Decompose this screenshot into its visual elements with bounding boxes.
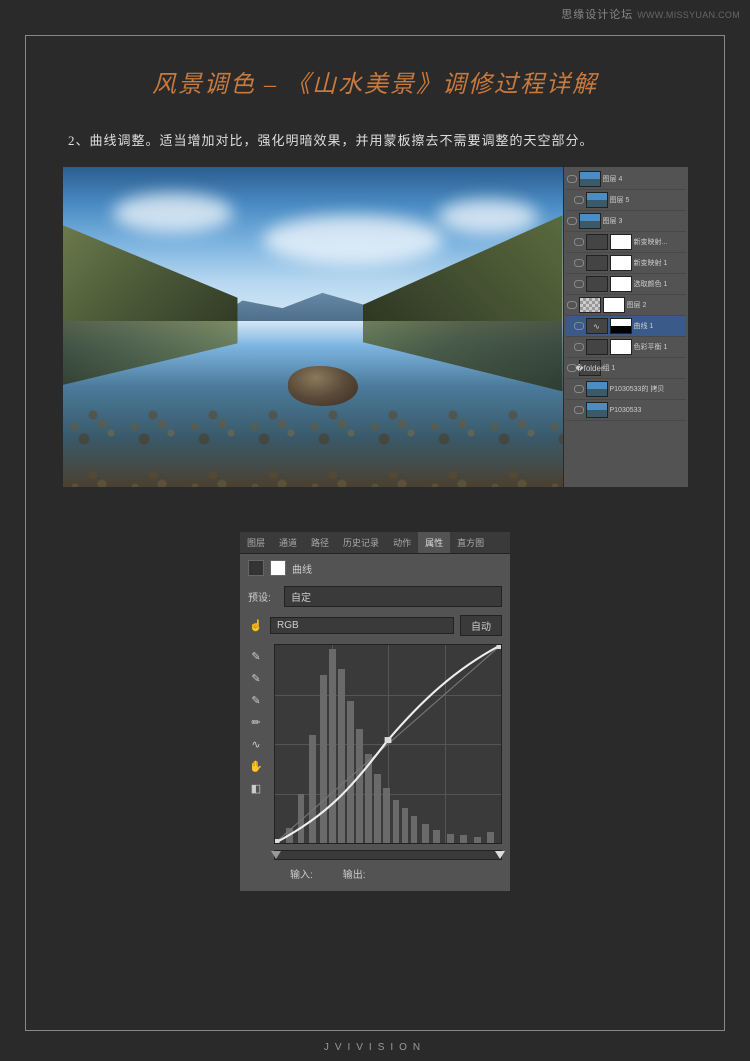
layer-row[interactable]: 图层 2	[566, 295, 686, 316]
visibility-icon[interactable]	[574, 385, 584, 393]
smooth-icon[interactable]: ∿	[248, 736, 264, 752]
clip-icon[interactable]: ◧	[248, 780, 264, 796]
footer-brand: JVIVISION	[0, 1042, 750, 1053]
layer-row-selected[interactable]: ∿曲线 1	[566, 316, 686, 337]
tab-channels[interactable]: 通道	[272, 532, 304, 553]
content-frame: 风景调色 – 《山水美景》调修过程详解 2、曲线调整。适当增加对比，强化明暗效果…	[25, 35, 725, 1031]
eyedropper-white-icon[interactable]: ✎	[248, 692, 264, 708]
tutorial-title: 风景调色 – 《山水美景》调修过程详解	[26, 64, 724, 99]
panel-tabs: 图层 通道 路径 历史记录 动作 属性 直方图	[240, 532, 510, 554]
tab-layers[interactable]: 图层	[240, 532, 272, 553]
preset-select[interactable]: 自定	[284, 586, 502, 607]
visibility-icon[interactable]	[574, 238, 584, 246]
layer-row[interactable]: 图层 4	[566, 169, 686, 190]
props-header: 曲线	[240, 554, 510, 582]
input-label: 输入:	[290, 866, 313, 881]
visibility-icon[interactable]	[574, 406, 584, 414]
visibility-icon[interactable]	[574, 280, 584, 288]
visibility-icon[interactable]	[574, 322, 584, 330]
tab-history[interactable]: 历史记录	[336, 532, 386, 553]
visibility-icon[interactable]	[567, 301, 577, 309]
visibility-icon[interactable]	[574, 343, 584, 351]
tab-actions[interactable]: 动作	[386, 532, 418, 553]
canvas-area[interactable]: Jvivision	[63, 167, 563, 487]
preset-label: 预设:	[248, 589, 278, 604]
finger-icon[interactable]: ☝	[248, 618, 264, 634]
pencil-icon[interactable]: ✏	[248, 714, 264, 730]
tab-properties[interactable]: 属性	[418, 532, 450, 553]
landscape-photo	[63, 167, 563, 487]
io-values: 输入: 输出:	[240, 860, 510, 891]
hand-icon[interactable]: ✋	[248, 758, 264, 774]
curve-tools: ✎ ✎ ✎ ✏ ∿ ✋ ◧	[248, 644, 270, 844]
layers-panel[interactable]: 图层 4 图层 5 图层 3 新变映射... 新变映射 1 选取颜色 1 图层 …	[563, 167, 688, 487]
adjustment-name: 曲线	[292, 561, 312, 576]
curve-graph[interactable]	[274, 644, 502, 844]
visibility-icon[interactable]	[574, 259, 584, 267]
layer-row[interactable]: 图层 5	[566, 190, 686, 211]
visibility-icon[interactable]	[567, 175, 577, 183]
layer-row[interactable]: �folder组 1	[566, 358, 686, 379]
watermark: 思缘设计论坛WWW.MISSYUAN.COM	[561, 6, 740, 22]
photoshop-window: Jvivision 图层 4 图层 5 图层 3 新变映射... 新变映射 1 …	[63, 167, 688, 487]
tab-histogram[interactable]: 直方图	[450, 532, 491, 553]
properties-panel: 图层 通道 路径 历史记录 动作 属性 直方图 曲线 预设: 自定 ☝ RGB …	[240, 532, 510, 891]
curves-icon	[248, 560, 264, 576]
step-text: 2、曲线调整。适当增加对比，强化明暗效果，并用蒙板擦去不需要调整的天空部分。	[68, 129, 682, 152]
white-point-slider[interactable]	[495, 851, 505, 859]
visibility-icon[interactable]	[574, 196, 584, 204]
mask-icon	[270, 560, 286, 576]
layer-row[interactable]: 新变映射 1	[566, 253, 686, 274]
layer-row[interactable]: P1030533	[566, 400, 686, 421]
black-point-slider[interactable]	[271, 851, 281, 859]
range-slider[interactable]	[274, 850, 502, 860]
layer-row[interactable]: 新变映射...	[566, 232, 686, 253]
output-label: 输出:	[343, 866, 366, 881]
channel-select[interactable]: RGB	[270, 617, 454, 634]
layer-row[interactable]: 色彩平衡 1	[566, 337, 686, 358]
layer-row[interactable]: 图层 3	[566, 211, 686, 232]
auto-button[interactable]: 自动	[460, 615, 502, 636]
eyedropper-icon[interactable]: ✎	[248, 648, 264, 664]
tab-paths[interactable]: 路径	[304, 532, 336, 553]
eyedropper-gray-icon[interactable]: ✎	[248, 670, 264, 686]
layer-row[interactable]: P1030533的 拷贝	[566, 379, 686, 400]
visibility-icon[interactable]	[567, 217, 577, 225]
layer-row[interactable]: 选取颜色 1	[566, 274, 686, 295]
